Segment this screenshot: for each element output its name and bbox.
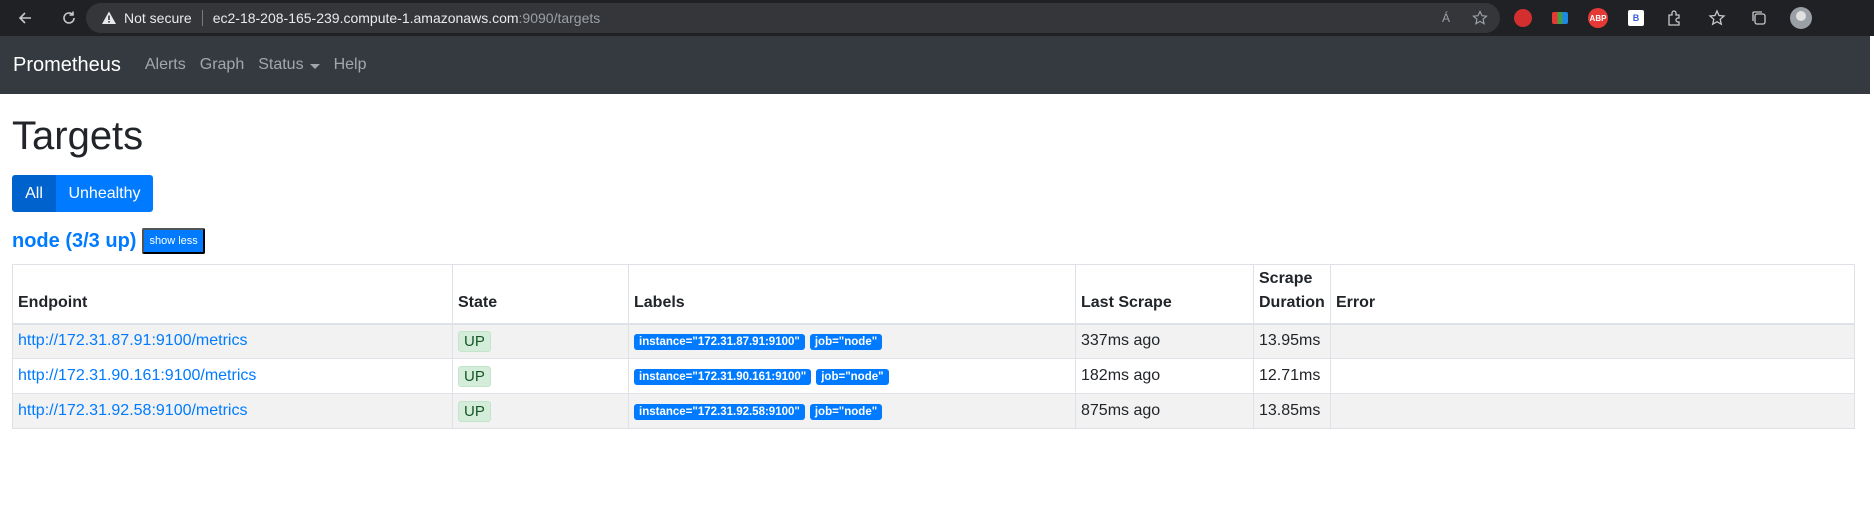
error-cell <box>1330 323 1855 359</box>
collections-icon[interactable] <box>1748 7 1770 29</box>
block-extension-icon[interactable] <box>1514 9 1532 27</box>
endpoint-cell: http://172.31.87.91:9100/metrics <box>12 323 453 359</box>
endpoint-cell: http://172.31.90.161:9100/metrics <box>12 358 453 394</box>
header-labels: Labels <box>628 264 1076 325</box>
table-header-row: Endpoint State Labels Last Scrape Scrape… <box>12 264 1855 325</box>
instance-label-badge: instance="172.31.90.161:9100" <box>634 369 812 385</box>
add-favorite-icon[interactable] <box>1470 8 1490 28</box>
url-path: :9090/targets <box>518 10 601 26</box>
read-aloud-icon[interactable]: Á <box>1436 8 1456 28</box>
error-cell <box>1330 358 1855 394</box>
favorites-icon[interactable] <box>1706 7 1728 29</box>
labels-cell: instance="172.31.92.58:9100" job="node" <box>628 393 1076 429</box>
job-label-badge: job="node" <box>809 334 883 351</box>
filter-all-button[interactable]: All <box>12 175 56 212</box>
state-cell: UP <box>452 393 629 429</box>
job-header: node (3/3 up) show less <box>12 228 205 254</box>
instance-label-badge: instance="172.31.92.58:9100" <box>634 404 805 420</box>
error-cell <box>1330 393 1855 429</box>
header-error: Error <box>1330 264 1855 325</box>
endpoint-link[interactable]: http://172.31.87.91:9100/metrics <box>18 332 247 349</box>
chevron-down-icon <box>309 63 320 69</box>
filter-button-group: All Unhealthy <box>12 175 153 212</box>
endpoint-cell: http://172.31.92.58:9100/metrics <box>12 393 453 429</box>
header-endpoint: Endpoint <box>12 264 453 325</box>
endpoint-link[interactable]: http://172.31.90.161:9100/metrics <box>18 367 256 384</box>
not-secure-label: Not secure <box>124 10 192 26</box>
last-scrape-cell: 182ms ago <box>1075 358 1254 394</box>
labels-cell: instance="172.31.90.161:9100" job="node" <box>628 358 1076 394</box>
nav-graph[interactable]: Graph <box>200 56 244 74</box>
address-divider <box>201 10 203 26</box>
targets-table: Endpoint State Labels Last Scrape Scrape… <box>12 264 1855 429</box>
state-badge: UP <box>458 400 491 422</box>
table-row: http://172.31.87.91:9100/metrics UP inst… <box>12 323 1855 359</box>
scrape-duration-cell: 13.95ms <box>1253 323 1331 359</box>
job-title-link[interactable]: node (3/3 up) <box>12 230 136 253</box>
header-state: State <box>452 264 629 325</box>
b-extension-icon[interactable]: B <box>1628 10 1644 26</box>
url-host: ec2-18-208-165-239.compute-1.amazonaws.c… <box>212 10 519 26</box>
scrape-duration-cell: 13.85ms <box>1253 393 1331 429</box>
last-scrape-cell: 337ms ago <box>1075 323 1254 359</box>
adblock-plus-icon[interactable]: ABP <box>1588 8 1608 28</box>
nav-status-dropdown[interactable]: Status <box>258 56 320 74</box>
header-scrape-duration-line1: Scrape <box>1259 269 1313 287</box>
header-last-scrape: Last Scrape <box>1075 264 1254 325</box>
browser-toolbar: Not secure ec2-18-208-165-239.compute-1.… <box>0 0 1874 36</box>
brand-link[interactable]: Prometheus <box>13 54 121 77</box>
job-label-badge: job="node" <box>816 369 889 385</box>
job-label-badge: job="node" <box>809 404 883 420</box>
address-bar[interactable]: Not secure ec2-18-208-165-239.compute-1.… <box>86 3 1500 33</box>
filter-unhealthy-button[interactable]: Unhealthy <box>56 175 153 212</box>
state-cell: UP <box>452 358 629 394</box>
warning-icon[interactable] <box>100 9 118 27</box>
scrape-duration-cell: 12.71ms <box>1253 358 1331 394</box>
nav-help[interactable]: Help <box>334 56 367 74</box>
state-badge: UP <box>458 365 491 387</box>
header-scrape-duration: Scrape Duration <box>1253 264 1331 325</box>
extensions-puzzle-icon[interactable] <box>1664 7 1686 29</box>
endpoint-link[interactable]: http://172.31.92.58:9100/metrics <box>18 402 247 419</box>
state-cell: UP <box>452 323 629 359</box>
labels-cell: instance="172.31.87.91:9100" job="node" <box>628 323 1076 359</box>
color-extension-icon[interactable] <box>1552 12 1568 24</box>
back-arrow-icon[interactable] <box>12 5 38 31</box>
table-row: http://172.31.90.161:9100/metrics UP ins… <box>12 358 1855 394</box>
prometheus-navbar: Prometheus Alerts Graph Status Help <box>0 36 1870 94</box>
show-less-button[interactable]: show less <box>142 228 205 254</box>
header-scrape-duration-line2: Duration <box>1259 293 1325 311</box>
table-row: http://172.31.92.58:9100/metrics UP inst… <box>12 393 1855 429</box>
profile-avatar-icon[interactable] <box>1790 7 1812 29</box>
nav-alerts[interactable]: Alerts <box>145 56 186 74</box>
last-scrape-cell: 875ms ago <box>1075 393 1254 429</box>
state-badge: UP <box>458 330 491 352</box>
reload-icon[interactable] <box>56 5 82 31</box>
instance-label-badge: instance="172.31.87.91:9100" <box>634 334 805 351</box>
page-title: Targets <box>12 114 144 158</box>
nav-status-label: Status <box>258 56 304 73</box>
